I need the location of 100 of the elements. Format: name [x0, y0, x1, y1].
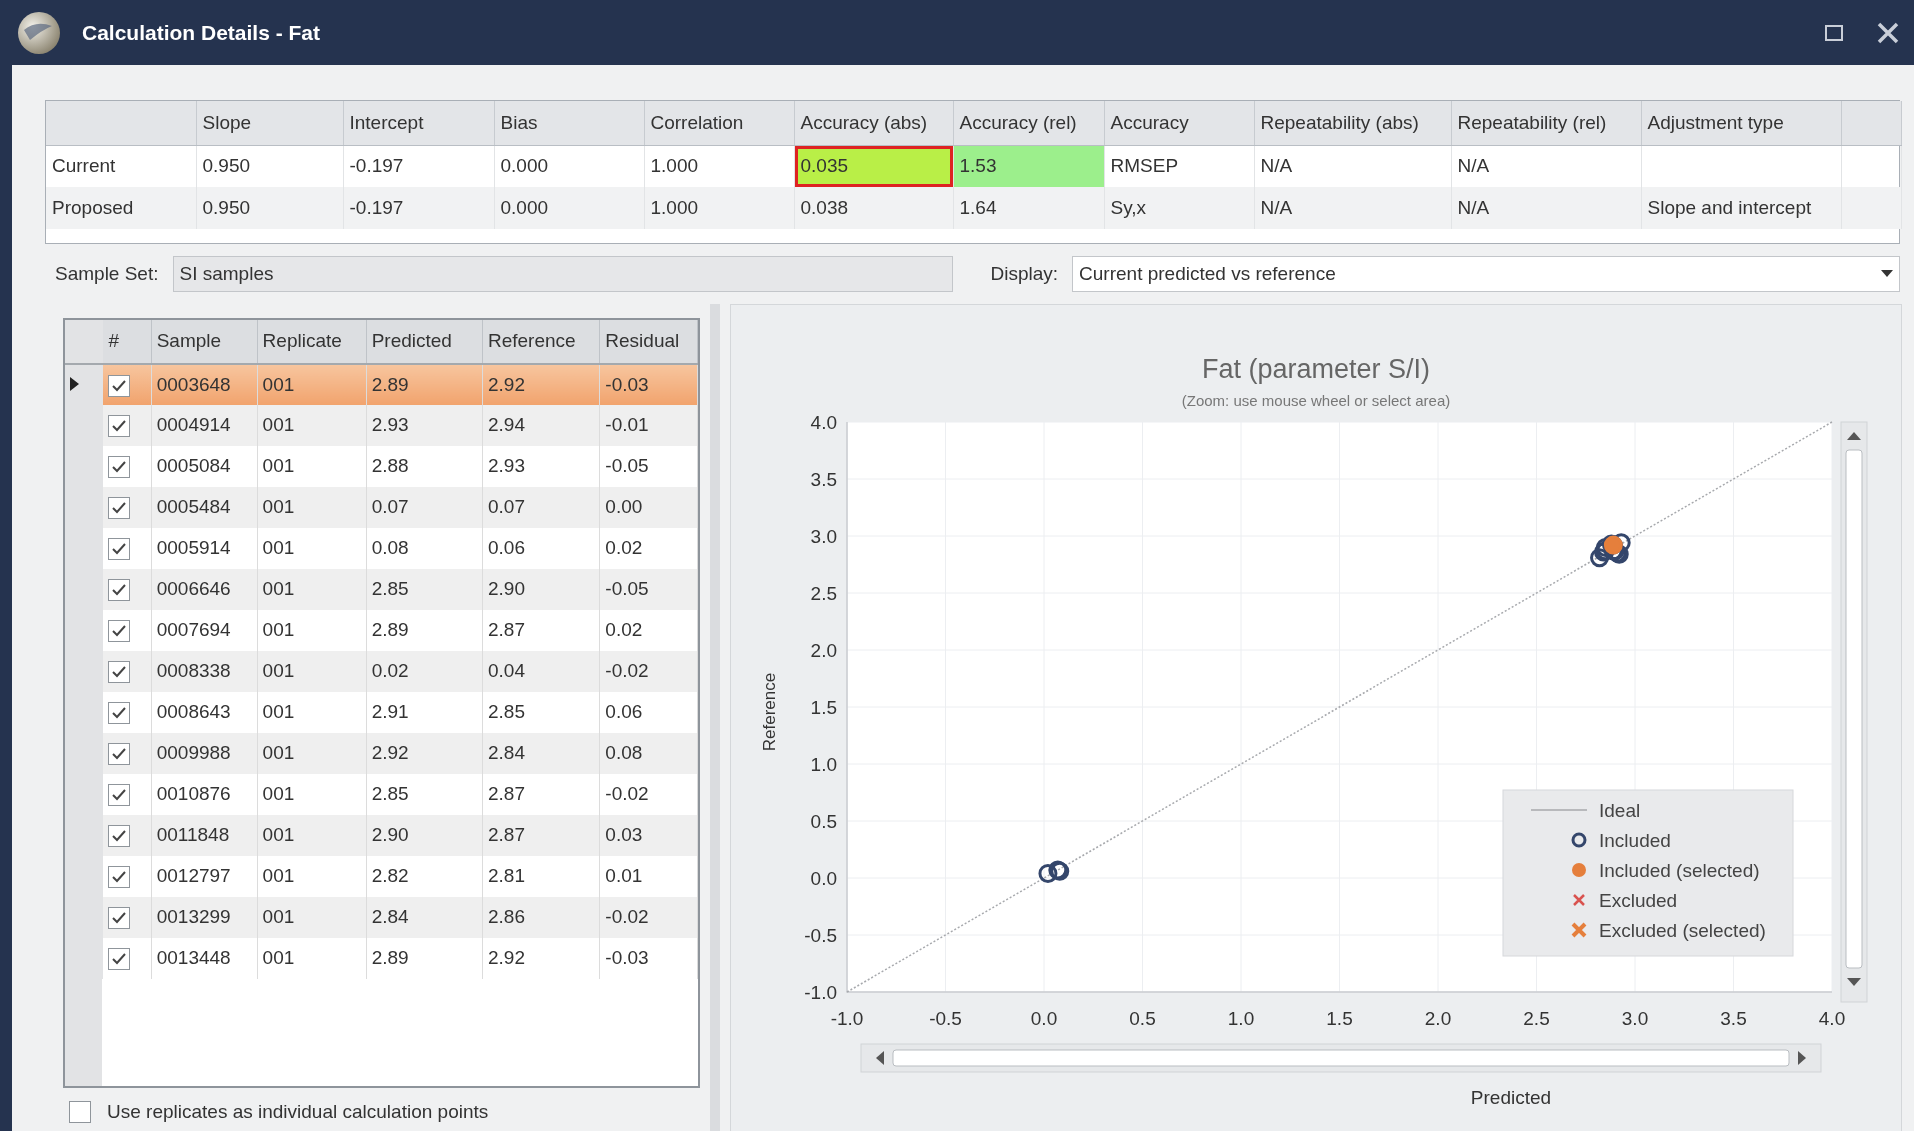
table-cell: 0011848	[151, 815, 258, 856]
table-cell: 0009988	[151, 733, 258, 774]
table-cell: 2.87	[482, 815, 600, 856]
table-cell: 2.94	[482, 405, 600, 446]
table-cell: 2.92	[482, 938, 600, 979]
table-cell: -0.03	[599, 938, 698, 979]
table-cell: 0.04	[482, 651, 600, 692]
column-header: Accuracy	[1104, 101, 1254, 145]
column-header: Reference	[482, 320, 600, 364]
legend-label: Excluded	[1599, 890, 1678, 911]
axis-tick-label: 1.5	[1326, 1008, 1353, 1029]
table-cell: 2.92	[482, 364, 600, 405]
table-cell: 0.02	[366, 651, 483, 692]
column-header: Adjustment type	[1641, 101, 1841, 145]
axis-tick-label: 1.0	[810, 754, 837, 775]
column-header: Correlation	[644, 101, 794, 145]
legend-label: Ideal	[1599, 800, 1641, 821]
checkbox-label: Use replicates as individual calculation points	[107, 1100, 489, 1124]
table-cell: 2.90	[366, 815, 483, 856]
table-cell: 2.84	[366, 897, 483, 938]
y-axis-label: Reference	[760, 672, 779, 752]
table-cell: N/A	[1451, 187, 1641, 229]
table-cell: -0.02	[599, 897, 698, 938]
table-cell: 0.03	[599, 815, 698, 856]
column-header: Sample	[151, 320, 258, 364]
table-cell: 2.93	[366, 405, 483, 446]
table-cell: -0.197	[343, 187, 494, 229]
axis-tick-label: 2.5	[810, 583, 837, 604]
column-header: Bias	[494, 101, 644, 145]
column-header: Predicted	[366, 320, 483, 364]
legend-label: Included	[1599, 830, 1671, 851]
axis-tick-label: -1.0	[804, 982, 837, 1003]
chart-title: Fat (parameter S/I)	[1200, 353, 1432, 386]
table-cell: 0013299	[151, 897, 258, 938]
window-title: Calculation Details - Fat	[82, 19, 321, 46]
table-cell: -0.05	[599, 569, 698, 610]
table-cell: 0.00	[599, 487, 698, 528]
axis-tick-label: 3.0	[1621, 1008, 1649, 1029]
table-cell: 0.038	[794, 187, 953, 229]
table-cell: 0003648	[151, 364, 258, 405]
axis-tick-label: 2.5	[1523, 1008, 1550, 1029]
table-cell: Sy,x	[1104, 187, 1254, 229]
table-cell: 001	[257, 569, 367, 610]
column-header: Intercept	[343, 101, 494, 145]
table-cell: -0.03	[599, 364, 698, 405]
table-cell: 001	[257, 487, 367, 528]
table-cell: 0.950	[196, 187, 343, 229]
table-cell: 2.92	[366, 733, 483, 774]
table-cell: 0005484	[151, 487, 258, 528]
table-cell: 2.85	[366, 569, 483, 610]
table-cell: -0.02	[599, 651, 698, 692]
axis-tick-label: 3.5	[810, 469, 837, 490]
axis-tick-label: 0.5	[1129, 1008, 1156, 1029]
table-cell: 0004914	[151, 405, 258, 446]
axis-tick-label: 1.0	[1227, 1008, 1255, 1029]
table-cell: 0.07	[482, 487, 600, 528]
axis-tick-label: -0.5	[804, 925, 837, 946]
axis-tick-label: 4.0	[1818, 1008, 1846, 1029]
sample-set-label: Sample Set:	[55, 261, 159, 286]
table-cell: 0.08	[599, 733, 698, 774]
column-header: #	[103, 320, 152, 364]
table-cell: 001	[257, 897, 367, 938]
axis-tick-label: 3.5	[1720, 1008, 1747, 1029]
axis-tick-label: 3.0	[810, 526, 837, 547]
table-cell: 0.07	[366, 487, 483, 528]
table-cell: N/A	[1254, 187, 1451, 229]
axis-tick-label: -0.5	[929, 1008, 962, 1029]
axis-tick-label: -1.0	[830, 1008, 864, 1029]
table-cell: 001	[257, 733, 367, 774]
table-cell: 2.89	[366, 364, 483, 405]
column-header: Repeatability (abs)	[1254, 101, 1451, 145]
legend-label: Included (selected)	[1599, 860, 1760, 881]
table-cell: -0.01	[599, 405, 698, 446]
axis-tick-label: 4.0	[810, 412, 837, 433]
table-cell: 001	[257, 364, 367, 405]
column-header: Accuracy (abs)	[794, 101, 953, 145]
chart-subtitle: (Zoom: use mouse wheel or select area)	[1180, 390, 1452, 411]
table-cell: 2.90	[482, 569, 600, 610]
table-cell: 0006646	[151, 569, 258, 610]
table-cell: 2.89	[366, 938, 483, 979]
table-cell: 001	[257, 405, 367, 446]
axis-tick-label: 2.0	[1424, 1008, 1452, 1029]
axis-tick-label: 2.0	[810, 640, 837, 661]
table-cell: 001	[257, 651, 367, 692]
axis-tick-label: 1.5	[810, 697, 837, 718]
table-cell: 0.000	[494, 187, 644, 229]
table-cell: 1.53	[953, 145, 1104, 187]
axis-tick-label: 0.0	[810, 868, 837, 889]
table-cell: 0008338	[151, 651, 258, 692]
x-axis-label: Predicted	[1470, 1087, 1552, 1108]
table-cell: 0013448	[151, 938, 258, 979]
table-cell: 001	[257, 815, 367, 856]
column-header: Residual	[599, 320, 698, 364]
display-label: Display:	[990, 261, 1059, 286]
table-cell: 1.64	[953, 187, 1104, 229]
table-cell: Slope and intercept	[1641, 187, 1841, 229]
table-cell: 2.86	[482, 897, 600, 938]
table-cell: 001	[257, 938, 367, 979]
legend-label: Excluded (selected)	[1599, 920, 1766, 941]
table-cell: 0.035	[794, 145, 953, 187]
